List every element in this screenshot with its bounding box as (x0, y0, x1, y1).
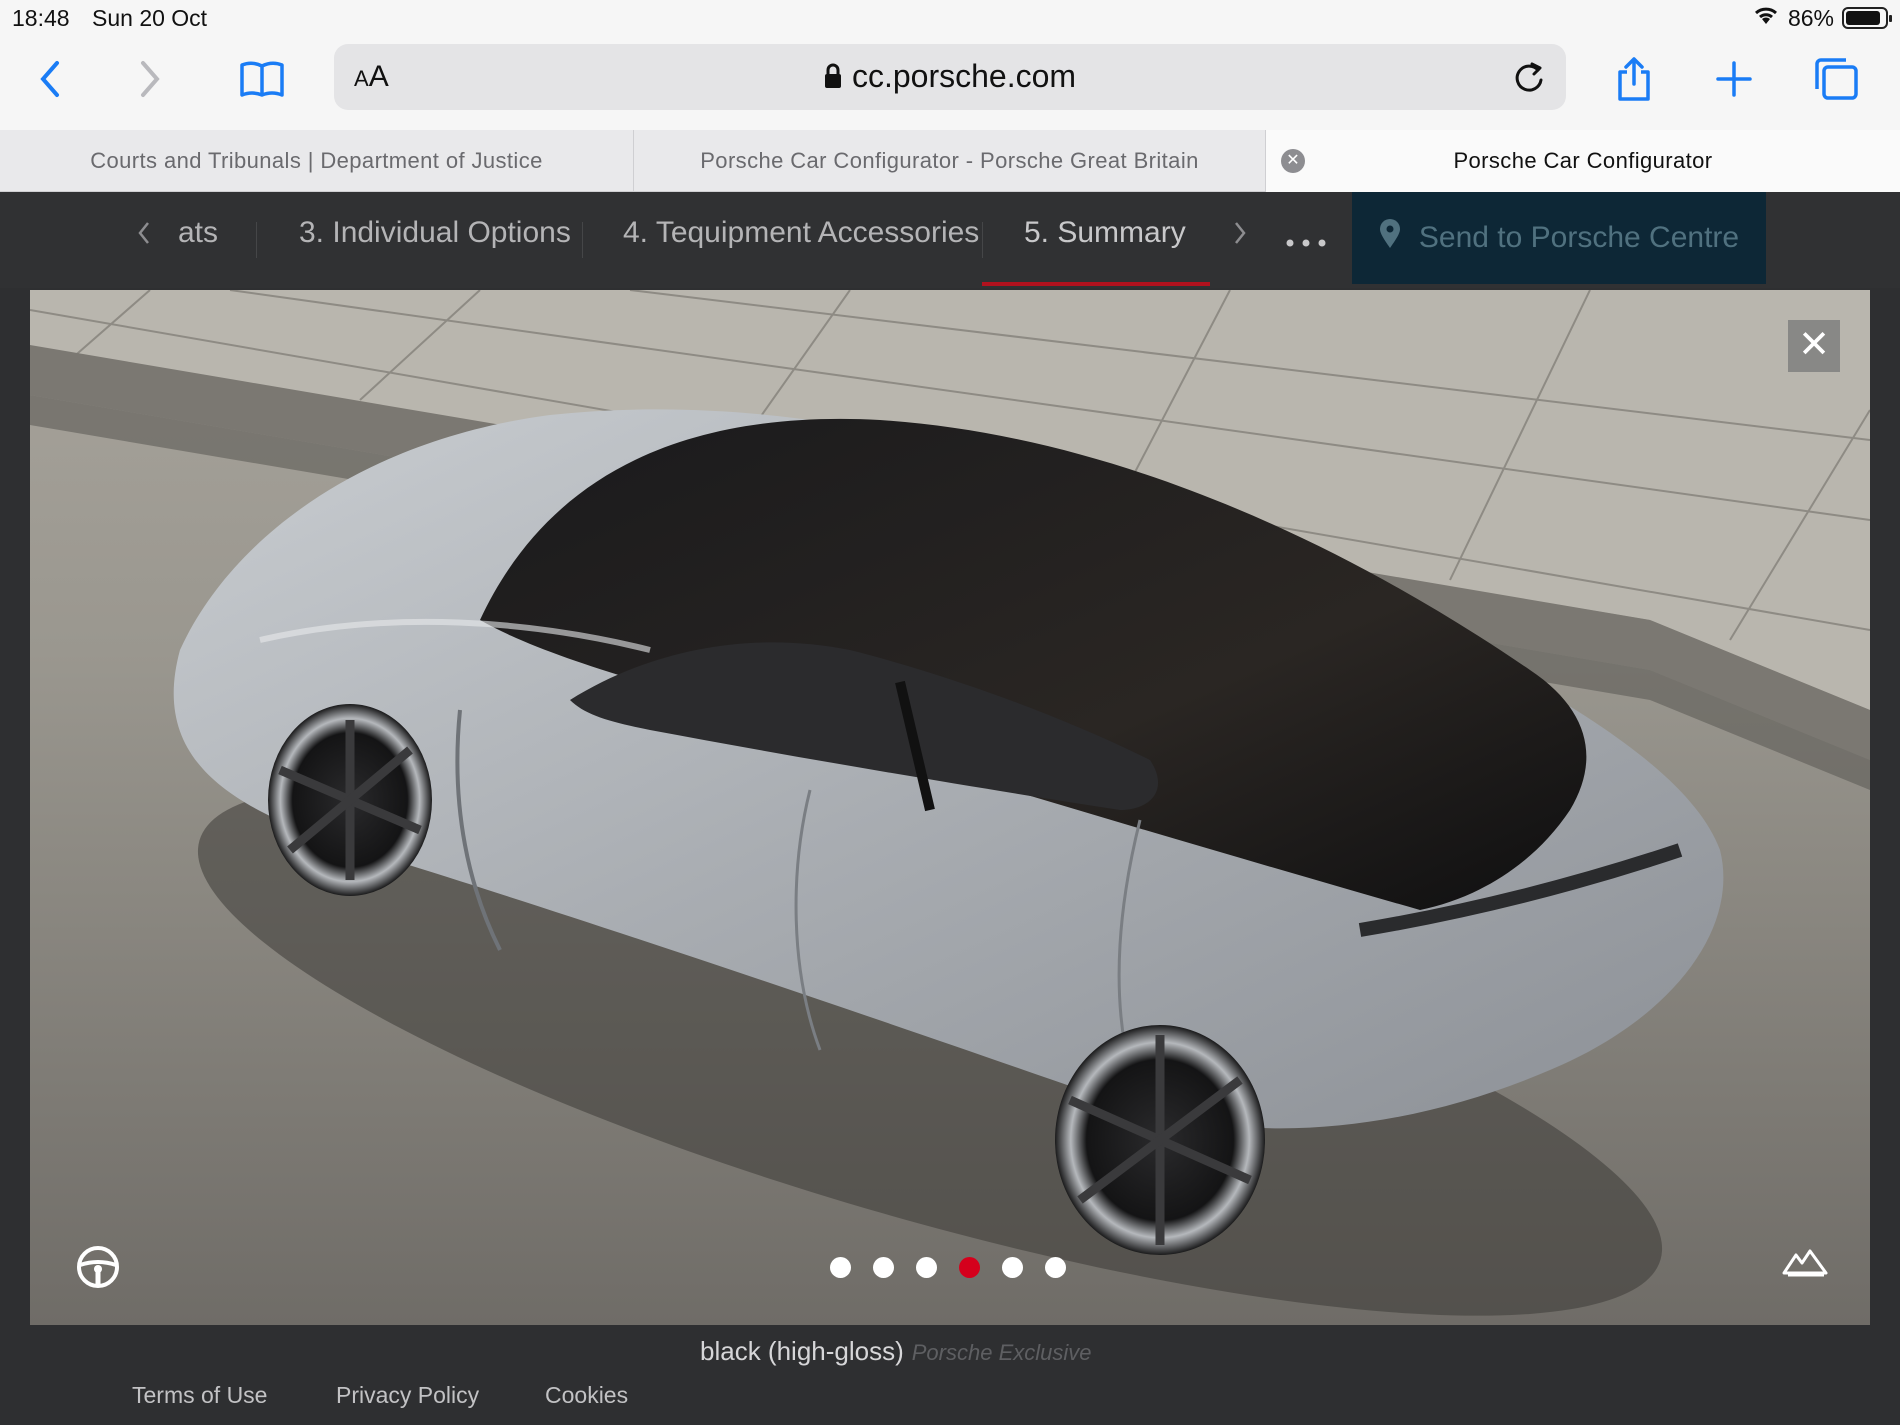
footer-link-terms[interactable]: Terms of Use (132, 1382, 267, 1409)
divider (256, 222, 257, 258)
tab-porsche-configurator[interactable]: Porsche Car Configurator (1266, 130, 1900, 192)
battery-icon (1842, 7, 1892, 29)
tab-courts[interactable]: Courts and Tribunals | Department of Jus… (0, 130, 634, 192)
step-individual-options[interactable]: 3. Individual Options (299, 216, 571, 250)
slide-dot[interactable] (873, 1257, 894, 1278)
url-text: cc.porsche.com (851, 58, 1077, 94)
step-summary[interactable]: 5. Summary (1024, 216, 1186, 250)
tab-title: Courts and Tribunals | Department of Jus… (90, 148, 543, 173)
step-tequipment[interactable]: 4. Tequipment Accessories (623, 216, 979, 250)
footer-link-privacy[interactable]: Privacy Policy (336, 1382, 479, 1409)
map-pin-icon (1379, 219, 1401, 257)
slide-indicator (830, 1257, 1066, 1278)
slide-dot[interactable] (1002, 1257, 1023, 1278)
chevron-right-icon (141, 61, 160, 97)
slide-dot[interactable] (1045, 1257, 1066, 1278)
more-icon[interactable] (1286, 234, 1326, 252)
reload-icon[interactable] (1512, 58, 1546, 99)
tab-title: Porsche Car Configurator (1453, 148, 1713, 173)
new-tab-button[interactable] (1706, 54, 1762, 104)
option-text: black (high-gloss) (700, 1336, 904, 1366)
status-time: 18:48 (12, 5, 70, 31)
slide-dot-active[interactable] (959, 1257, 980, 1278)
tabs-icon (1815, 58, 1858, 100)
step-seats[interactable]: ats (178, 216, 218, 250)
chevron-left-icon (40, 61, 59, 97)
url-field[interactable]: cc.porsche.com (334, 58, 1566, 97)
send-to-porsche-centre-button[interactable]: Send to Porsche Centre (1352, 192, 1766, 284)
bookmarks-button[interactable] (234, 54, 290, 104)
slide-dot[interactable] (916, 1257, 937, 1278)
divider (582, 222, 583, 258)
back-button[interactable] (22, 54, 78, 104)
configurator-nav: ats 3. Individual Options 4. Tequipment … (0, 192, 1900, 288)
tab-title: Porsche Car Configurator - Porsche Great… (700, 148, 1199, 173)
status-right: 86% (1752, 4, 1892, 32)
status-date: Sun 20 Oct (92, 5, 208, 31)
divider (982, 222, 983, 258)
close-viewer-button[interactable]: ✕ (1788, 320, 1840, 372)
slide-dot[interactable] (830, 1257, 851, 1278)
tab-strip: Courts and Tribunals | Department of Jus… (0, 130, 1900, 192)
car-photo (30, 290, 1870, 1325)
share-button[interactable] (1606, 54, 1662, 104)
browser-toolbar: AA cc.porsche.com (0, 36, 1900, 130)
active-step-underline (982, 282, 1210, 286)
close-tab-icon[interactable]: ✕ (1281, 149, 1305, 173)
tab-porsche-gb[interactable]: Porsche Car Configurator - Porsche Great… (634, 130, 1266, 192)
nav-prev-icon[interactable] (136, 218, 152, 253)
car-image-viewer[interactable]: ✕ (30, 290, 1870, 1325)
mountain-scene-icon[interactable] (1782, 1245, 1828, 1284)
plus-icon (1716, 61, 1752, 97)
option-tag: Porsche Exclusive (911, 1340, 1092, 1365)
battery-percent: 86% (1787, 4, 1834, 31)
book-icon (240, 61, 284, 97)
summary-option: black (high-gloss) Porsche Exclusive (700, 1336, 1092, 1367)
forward-button[interactable] (122, 54, 178, 104)
address-bar[interactable]: AA cc.porsche.com (334, 44, 1566, 110)
share-icon (1618, 57, 1650, 101)
send-button-label: Send to Porsche Centre (1418, 221, 1740, 254)
status-bar: 18:48 Sun 20 Oct 86% (0, 0, 1900, 36)
tabs-overview-button[interactable] (1808, 54, 1864, 104)
footer-link-cookies[interactable]: Cookies (545, 1382, 628, 1409)
wifi-icon (1752, 4, 1780, 32)
steering-wheel-icon[interactable] (76, 1245, 120, 1294)
nav-next-icon[interactable] (1232, 218, 1248, 253)
lock-icon (824, 60, 842, 97)
